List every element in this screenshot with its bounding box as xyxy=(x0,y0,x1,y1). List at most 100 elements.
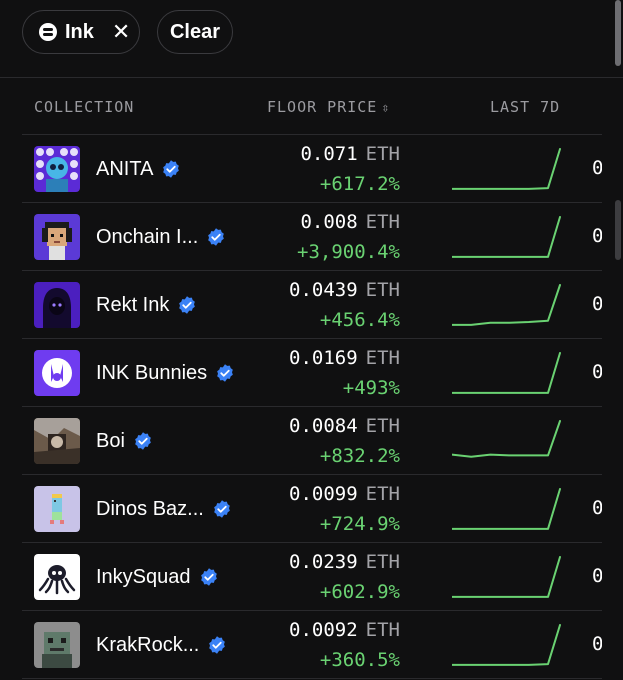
table-row[interactable]: INK Bunnies 0.0169 ETH +493% 0 xyxy=(22,339,602,407)
ink-filter-label: Ink xyxy=(65,20,94,43)
floor-price: 0.0099 ETH xyxy=(289,483,400,505)
floor-price-value: 0.0092 xyxy=(289,619,358,641)
price-change: +360.5% xyxy=(319,649,400,671)
price-change: +456.4% xyxy=(319,309,400,331)
sparkline-7d xyxy=(451,349,562,399)
floor-price-column-header[interactable]: FLOOR PRICE ⇳ xyxy=(267,98,390,116)
floor-price-unit: ETH xyxy=(365,483,400,505)
sparkline-path xyxy=(451,216,561,258)
collection-name[interactable]: Rekt Ink xyxy=(96,294,169,317)
collection-name-cell: INK Bunnies xyxy=(96,339,235,407)
floor-price: 0.071 ETH xyxy=(300,143,400,165)
sparkline-path xyxy=(451,420,561,458)
collection-name[interactable]: ANITA xyxy=(96,158,153,181)
verified-badge-icon xyxy=(161,159,181,179)
floor-price-value: 0.071 xyxy=(300,143,358,165)
sparkline-path xyxy=(451,624,561,666)
floor-price-unit: ETH xyxy=(365,211,400,233)
floor-price-value: 0.0099 xyxy=(289,483,358,505)
sparkline-path xyxy=(451,148,561,190)
collection-name-cell: ANITA xyxy=(96,135,181,203)
scrollbar-thumb[interactable] xyxy=(615,0,621,66)
collection-avatar xyxy=(34,214,80,260)
collection-name[interactable]: InkySquad xyxy=(96,566,191,589)
floor-price: 0.0239 ETH xyxy=(289,551,400,573)
scrollbar-track-thumb[interactable] xyxy=(615,200,621,260)
sparkline-7d xyxy=(451,281,562,331)
floor-price-value: 0.0239 xyxy=(289,551,358,573)
table-row[interactable]: Dinos Baz... 0.0099 ETH +724.9% 0 xyxy=(22,475,602,543)
filter-bar: Ink ✕ Clear xyxy=(0,0,623,78)
ink-filter-chip[interactable]: Ink ✕ xyxy=(22,10,140,54)
floor-price-value: 0.0084 xyxy=(289,415,358,437)
collection-avatar xyxy=(34,486,80,532)
verified-badge-icon xyxy=(212,499,232,519)
sort-icon[interactable]: ⇳ xyxy=(381,101,390,116)
close-icon[interactable]: ✕ xyxy=(112,21,130,43)
floor-price-unit: ETH xyxy=(365,415,400,437)
sparkline-path xyxy=(451,284,561,326)
table-row[interactable]: Onchain I... 0.008 ETH +3,900.4% 0 xyxy=(22,203,602,271)
collection-name[interactable]: KrakRock... xyxy=(96,634,199,657)
truncated-cell: 0 xyxy=(592,633,602,655)
sparkline-path xyxy=(451,488,561,530)
collection-avatar xyxy=(34,418,80,464)
floor-price: 0.0439 ETH xyxy=(289,279,400,301)
price-change: +832.2% xyxy=(319,445,400,467)
ink-logo-icon xyxy=(39,23,57,41)
truncated-cell: 0 xyxy=(592,497,602,519)
table-row[interactable]: InkySquad 0.0239 ETH +602.9% 0 xyxy=(22,543,602,611)
truncated-cell: 0 xyxy=(592,225,602,247)
collection-avatar xyxy=(34,282,80,328)
collection-name-cell: KrakRock... xyxy=(96,611,227,679)
verified-badge-icon xyxy=(177,295,197,315)
collection-name[interactable]: INK Bunnies xyxy=(96,362,207,385)
sparkline-7d xyxy=(451,485,562,535)
verified-badge-icon xyxy=(215,363,235,383)
collection-name[interactable]: Dinos Baz... xyxy=(96,498,204,521)
table-row[interactable]: Rekt Ink 0.0439 ETH +456.4% 0 xyxy=(22,271,602,339)
price-change: +617.2% xyxy=(319,173,400,195)
collection-name-cell: InkySquad xyxy=(96,543,219,611)
floor-price-unit: ETH xyxy=(365,347,400,369)
table-header: COLLECTION FLOOR PRICE ⇳ LAST 7D xyxy=(0,78,623,134)
verified-badge-icon xyxy=(133,431,153,451)
collection-name[interactable]: Onchain I... xyxy=(96,226,198,249)
sparkline-7d xyxy=(451,553,562,603)
floor-price-unit: ETH xyxy=(365,619,400,641)
price-change: +602.9% xyxy=(319,581,400,603)
sparkline-7d xyxy=(451,417,562,467)
collection-name[interactable]: Boi xyxy=(96,430,125,453)
price-change: +724.9% xyxy=(319,513,400,535)
floor-price-value: 0.0169 xyxy=(289,347,358,369)
truncated-cell: 0 xyxy=(592,565,602,587)
floor-price-label: FLOOR PRICE xyxy=(267,98,378,116)
collection-column-header[interactable]: COLLECTION xyxy=(34,98,134,116)
floor-price-unit: ETH xyxy=(365,551,400,573)
table-row[interactable]: KrakRock... 0.0092 ETH +360.5% 0 xyxy=(22,611,602,679)
price-change: +3,900.4% xyxy=(297,241,400,263)
floor-price-value: 0.0439 xyxy=(289,279,358,301)
floor-price: 0.0169 ETH xyxy=(289,347,400,369)
table-row[interactable]: ANITA 0.071 ETH +617.2% 0 xyxy=(22,135,602,203)
sparkline-7d xyxy=(451,621,562,671)
floor-price-unit: ETH xyxy=(365,143,400,165)
verified-badge-icon xyxy=(206,227,226,247)
table-row[interactable]: Boi 0.0084 ETH +832.2% xyxy=(22,407,602,475)
floor-price-unit: ETH xyxy=(365,279,400,301)
floor-price: 0.008 ETH xyxy=(300,211,400,233)
collection-name-cell: Boi xyxy=(96,407,153,475)
sparkline-path xyxy=(451,556,561,598)
floor-price: 0.0092 ETH xyxy=(289,619,400,641)
collection-avatar xyxy=(34,350,80,396)
clear-button[interactable]: Clear xyxy=(157,10,233,54)
collection-avatar xyxy=(34,146,80,192)
price-change: +493% xyxy=(342,377,400,399)
truncated-cell: 0 xyxy=(592,157,602,179)
truncated-cell: 0 xyxy=(592,293,602,315)
verified-badge-icon xyxy=(207,635,227,655)
collection-name-cell: Rekt Ink xyxy=(96,271,197,339)
floor-price: 0.0084 ETH xyxy=(289,415,400,437)
collection-name-cell: Dinos Baz... xyxy=(96,475,232,543)
last-7d-column-header[interactable]: LAST 7D xyxy=(490,98,560,116)
